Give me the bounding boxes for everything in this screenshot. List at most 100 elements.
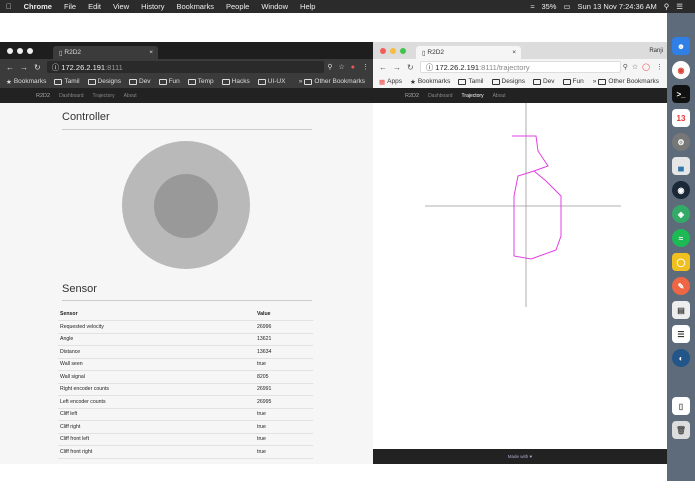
bookmark-temp[interactable]: Temp (187, 78, 214, 85)
close-tab-icon[interactable]: × (512, 49, 516, 56)
network-app-icon[interactable]: ◐ (672, 349, 690, 367)
menu-bookmarks[interactable]: Bookmarks (170, 2, 220, 11)
bookmark-label: Other Bookmarks (608, 78, 659, 85)
nav-trajectory[interactable]: Trajectory (462, 93, 484, 99)
apple-menu-icon[interactable]:  (0, 2, 18, 11)
close-tab-icon[interactable]: × (149, 49, 153, 56)
battery-icon[interactable]: ▭ (563, 2, 570, 11)
other-bookmarks[interactable]: » Other Bookmarks (593, 78, 659, 85)
menu-app-name[interactable]: Chrome (18, 2, 58, 11)
bookmarks-star-item[interactable]: ★ Bookmarks (410, 78, 450, 86)
wifi-icon[interactable]: ≈ (530, 2, 534, 11)
address-bar: ← → ↻ ⓘ 172.26.2.191 :8111 ⚲ ☆ ● ⋮ (0, 59, 373, 75)
spotify-icon[interactable]: ≈ (672, 229, 690, 247)
finder-icon[interactable]: ☻ (672, 37, 690, 55)
zoom-icon[interactable]: ⚲ (327, 63, 332, 71)
bookmark-dev[interactable]: Dev (532, 78, 555, 85)
extension-icon[interactable]: ◯ (642, 63, 650, 71)
table-row: Angle 13621 (58, 333, 313, 346)
apps-shortcut[interactable]: ▦ Apps (379, 78, 402, 86)
bookmark-star-icon[interactable]: ☆ (338, 63, 344, 71)
joystick-knob[interactable] (154, 174, 218, 238)
bookmark-fun[interactable]: Fun (158, 78, 180, 85)
battery-percent[interactable]: 35% (541, 2, 556, 11)
url-input[interactable]: ⓘ 172.26.2.191 :8111/trajectory (419, 61, 621, 73)
extension-icon[interactable]: ● (351, 64, 355, 71)
chevron-right-icon: » (592, 78, 597, 85)
menu-view[interactable]: View (107, 2, 135, 11)
bookmark-label: Temp (197, 78, 214, 85)
reload-icon[interactable]: ↻ (407, 63, 414, 72)
bookmark-tamil[interactable]: Tamil (458, 78, 484, 85)
back-icon[interactable]: ← (6, 63, 14, 72)
url-host: 172.26.2.191 (61, 62, 106, 72)
nav-dashboard[interactable]: Dashboard (59, 93, 83, 99)
folder-icon (129, 78, 137, 85)
menu-edit[interactable]: Edit (82, 2, 107, 11)
menu-icon[interactable]: ⋮ (362, 63, 369, 71)
menu-history[interactable]: History (135, 2, 170, 11)
trash-icon[interactable]: 🗑 (672, 421, 690, 439)
page-footer: Made with ♥ (373, 449, 667, 464)
bookmark-tamil[interactable]: Tamil (54, 78, 80, 85)
sensor-name: Wall seen (58, 358, 255, 371)
close-window-button[interactable] (7, 47, 13, 54)
android-studio-icon[interactable]: ◈ (672, 205, 690, 223)
nav-about[interactable]: About (124, 93, 137, 99)
maximize-window-button[interactable] (400, 47, 406, 54)
paint-app-icon[interactable]: ✎ (672, 277, 690, 295)
close-window-button[interactable] (380, 47, 386, 54)
bookmark-star-icon[interactable]: ☆ (632, 63, 638, 71)
menu-icon[interactable]: ⋮ (656, 63, 663, 71)
apps-grid-icon: ▦ (379, 78, 386, 86)
notes-icon[interactable]: ☰ (672, 325, 690, 343)
bookmark-fun[interactable]: Fun (562, 78, 584, 85)
sensor-value: 26996 (255, 320, 313, 334)
spotlight-icon[interactable]: ⚲ (664, 2, 670, 11)
folder-icon (158, 78, 167, 85)
zoom-icon[interactable]: ⚲ (623, 63, 628, 71)
bookmark-label: Designs (501, 78, 525, 85)
bookmarks-star-item[interactable]: ★ Bookmarks (6, 78, 46, 86)
url-input[interactable]: ⓘ 172.26.2.191 :8111 (46, 61, 325, 73)
activity-monitor-icon[interactable]: ▄ (672, 157, 690, 175)
reload-icon[interactable]: ↻ (34, 63, 41, 72)
minimize-window-button[interactable] (390, 47, 396, 54)
other-bookmarks[interactable]: » Other Bookmarks (299, 78, 365, 85)
brand-link[interactable]: R2D2 (36, 93, 50, 99)
bookmark-designs[interactable]: Designs (87, 78, 121, 85)
bookmark-hacks[interactable]: Hacks (221, 78, 250, 85)
menu-people[interactable]: People (220, 2, 255, 11)
minimize-window-button[interactable] (17, 47, 23, 54)
forward-icon[interactable]: → (20, 63, 28, 72)
menu-help[interactable]: Help (294, 2, 321, 11)
notification-center-icon[interactable]: ☰ (676, 2, 683, 11)
tab-r2d2[interactable]: ▯ R2D2 × (416, 46, 521, 59)
info-icon: ⓘ (51, 62, 62, 72)
terminal-icon[interactable]: >_ (672, 85, 690, 103)
menu-clock[interactable]: Sun 13 Nov 7:24:36 AM (578, 2, 657, 11)
bookmark-dev[interactable]: Dev (129, 78, 151, 85)
divider (62, 300, 312, 301)
nav-about[interactable]: About (493, 93, 506, 99)
url-path: :8111/trajectory (479, 62, 530, 72)
nav-dashboard[interactable]: Dashboard (428, 93, 452, 99)
system-preferences-icon[interactable]: ⚙ (672, 133, 690, 151)
forward-icon[interactable]: → (393, 63, 401, 72)
menu-window[interactable]: Window (255, 2, 294, 11)
profile-name[interactable]: Ranji (649, 48, 663, 54)
nav-trajectory[interactable]: Trajectory (93, 93, 115, 99)
steam-icon[interactable]: ◉ (672, 181, 690, 199)
menu-file[interactable]: File (58, 2, 82, 11)
bookmark-ui-ux[interactable]: UI-UX (257, 78, 285, 85)
chrome-icon[interactable]: ◉ (672, 61, 690, 79)
preview-icon[interactable]: ▤ (672, 301, 690, 319)
idea-app-icon[interactable]: ◯ (672, 253, 690, 271)
maximize-window-button[interactable] (27, 47, 33, 54)
tab-r2d2[interactable]: ▯ R2D2 × (53, 46, 158, 59)
back-icon[interactable]: ← (379, 63, 387, 72)
brand-link[interactable]: R2D2 (405, 93, 419, 99)
documents-icon[interactable]: ▯ (672, 397, 690, 415)
bookmark-designs[interactable]: Designs (491, 78, 525, 85)
calendar-icon[interactable]: 13 (672, 109, 690, 127)
